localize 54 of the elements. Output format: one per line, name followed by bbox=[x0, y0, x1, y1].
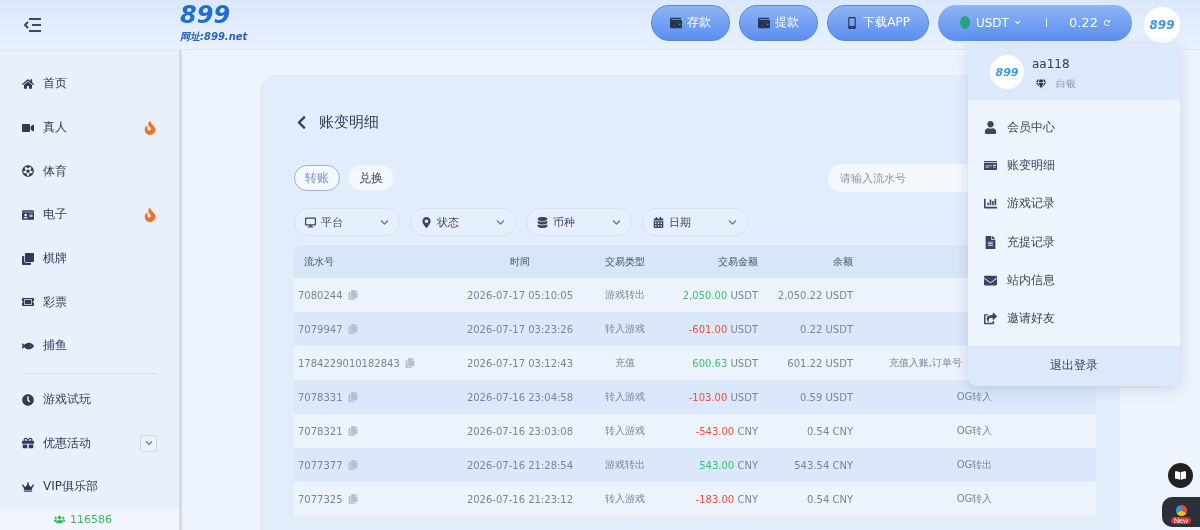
table-cell: 转入游戏 bbox=[605, 492, 645, 506]
table-cell: 游戏转出 bbox=[605, 288, 645, 302]
table-cell: OG转出 bbox=[956, 458, 993, 472]
balance: 0.22 bbox=[1068, 15, 1098, 30]
table-cell: 543.00 CNY bbox=[699, 459, 758, 471]
table-cell: 2026-07-16 21:28:54 bbox=[466, 459, 574, 471]
table-cell: 2026-07-17 03:23:26 bbox=[466, 323, 574, 335]
table-cell: 7080244 bbox=[298, 289, 343, 301]
column-header: 时间 bbox=[509, 254, 531, 269]
table-cell: 2026-07-17 05:10:05 bbox=[466, 289, 574, 301]
table-cell: 7077325 bbox=[298, 493, 343, 505]
table-cell: 2026-07-17 03:12:43 bbox=[466, 357, 574, 369]
table-cell: 转入游戏 bbox=[605, 322, 645, 336]
online-count: 116586 bbox=[70, 512, 112, 526]
table-cell: 充值 bbox=[615, 356, 635, 370]
username: aa118 bbox=[1032, 57, 1070, 72]
table-cell: 0.54 CNY bbox=[807, 493, 853, 505]
table-cell: -103.00 USDT bbox=[688, 391, 758, 403]
table-cell: 2026-07-16 21:23:12 bbox=[466, 493, 574, 505]
table-cell: 转入游戏 bbox=[605, 390, 645, 404]
table-cell: 0.59 USDT bbox=[800, 391, 853, 403]
table-cell: 600.63 USDT bbox=[692, 357, 758, 369]
table-cell: OG转入 bbox=[956, 492, 993, 506]
logo: 899 bbox=[180, 1, 231, 29]
table-cell: OG转入 bbox=[956, 390, 993, 404]
vip-level: 白银 bbox=[1056, 77, 1076, 92]
table-cell: 2026-07-16 23:03:08 bbox=[466, 425, 574, 437]
table-cell: 7078321 bbox=[298, 425, 343, 437]
table-cell: 1784229010182843 bbox=[298, 357, 400, 369]
table-cell: -183.00 CNY bbox=[695, 493, 758, 505]
site-url: 网址:899.net bbox=[180, 30, 248, 44]
table-cell: 7079947 bbox=[298, 323, 343, 335]
table-cell: 543.54 CNY bbox=[794, 459, 853, 471]
table-cell: 2026-07-16 23:04:58 bbox=[466, 391, 574, 403]
page-title: 账变明细 bbox=[319, 113, 379, 132]
column-header: 交易类型 bbox=[604, 254, 646, 269]
column-header: 余额 bbox=[832, 254, 853, 269]
column-header: 交易金额 bbox=[717, 254, 758, 269]
avatar-logo: 899 bbox=[1149, 17, 1175, 32]
avatar-logo: 899 bbox=[995, 65, 1019, 79]
table-cell: 转入游戏 bbox=[605, 424, 645, 438]
table-cell: -543.00 CNY bbox=[695, 425, 758, 437]
table-cell: 7077377 bbox=[298, 459, 343, 471]
table-cell: 7078331 bbox=[298, 391, 343, 403]
table-cell: 601.22 USDT bbox=[787, 357, 853, 369]
table-cell: 2,050.00 USDT bbox=[682, 289, 758, 301]
column-header: 流水号 bbox=[303, 254, 335, 269]
table-cell: 2,050.22 USDT bbox=[777, 289, 853, 301]
table-cell: 0.22 USDT bbox=[800, 323, 853, 335]
table-cell: -601.00 USDT bbox=[688, 323, 758, 335]
table-cell: OG转入 bbox=[956, 424, 993, 438]
table-cell: 游戏转出 bbox=[605, 458, 645, 472]
table-cell: 0.54 CNY bbox=[807, 425, 853, 437]
table-cell: 充值入账,订单号 bbox=[889, 356, 963, 370]
